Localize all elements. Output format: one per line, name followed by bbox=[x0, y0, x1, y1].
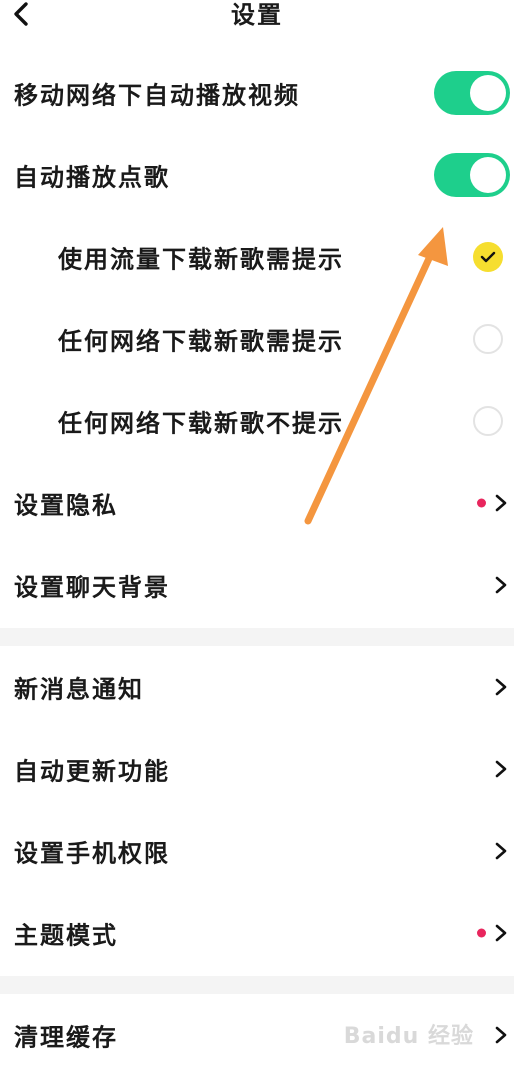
setting-row-autoplay-video-mobile[interactable]: 移动网络下自动播放视频 bbox=[0, 52, 514, 134]
setting-label: 设置聊天背景 bbox=[14, 573, 170, 602]
chevron-right-icon bbox=[495, 678, 507, 696]
checkmark-icon bbox=[480, 251, 496, 263]
page-title: 设置 bbox=[231, 1, 283, 29]
setting-row-chat-background[interactable]: 设置聊天背景 bbox=[0, 544, 514, 626]
radio-unchecked[interactable] bbox=[473, 324, 503, 354]
watermark: Baidu 经验 bbox=[343, 1024, 474, 1049]
section-divider bbox=[0, 976, 514, 994]
setting-row-theme-mode[interactable]: 主题模式 bbox=[0, 892, 514, 974]
setting-label: 设置手机权限 bbox=[14, 839, 170, 868]
autoplay-song-toggle[interactable] bbox=[434, 153, 510, 197]
option-label: 任何网络下载新歌不提示 bbox=[58, 409, 344, 438]
option-label: 使用流量下载新歌需提示 bbox=[58, 245, 344, 274]
chevron-right-icon bbox=[495, 494, 507, 512]
chevron-right-icon bbox=[495, 842, 507, 860]
notice-dot bbox=[477, 928, 486, 938]
notice-dot bbox=[477, 498, 486, 508]
chevron-right-icon bbox=[495, 924, 507, 942]
chevron-right-icon bbox=[495, 760, 507, 778]
toggle-knob bbox=[470, 157, 506, 193]
option-row-any-network-no-prompt[interactable]: 任何网络下载新歌不提示 bbox=[0, 380, 514, 462]
radio-checked[interactable] bbox=[473, 242, 503, 272]
setting-row-phone-permissions[interactable]: 设置手机权限 bbox=[0, 810, 514, 892]
chevron-right-icon bbox=[495, 1026, 507, 1044]
header-bar: 设置 bbox=[0, 0, 514, 40]
option-row-data-download-prompt[interactable]: 使用流量下载新歌需提示 bbox=[0, 216, 514, 298]
toggle-knob bbox=[470, 75, 506, 111]
setting-row-privacy[interactable]: 设置隐私 bbox=[0, 462, 514, 544]
setting-label: 清理缓存 bbox=[14, 1023, 118, 1052]
setting-row-notifications[interactable]: 新消息通知 bbox=[0, 646, 514, 728]
setting-label: 设置隐私 bbox=[14, 491, 118, 520]
option-row-any-network-prompt[interactable]: 任何网络下载新歌需提示 bbox=[0, 298, 514, 380]
setting-label: 新消息通知 bbox=[14, 675, 144, 704]
radio-unchecked[interactable] bbox=[473, 406, 503, 436]
setting-label: 自动更新功能 bbox=[14, 757, 170, 786]
setting-label: 移动网络下自动播放视频 bbox=[14, 81, 300, 110]
option-label: 任何网络下载新歌需提示 bbox=[58, 327, 344, 356]
setting-label: 主题模式 bbox=[14, 921, 118, 950]
setting-label: 自动播放点歌 bbox=[14, 163, 170, 192]
setting-row-auto-update[interactable]: 自动更新功能 bbox=[0, 728, 514, 810]
autoplay-video-toggle[interactable] bbox=[434, 71, 510, 115]
chevron-right-icon bbox=[495, 576, 507, 594]
setting-row-autoplay-song[interactable]: 自动播放点歌 bbox=[0, 134, 514, 216]
section-divider bbox=[0, 628, 514, 646]
